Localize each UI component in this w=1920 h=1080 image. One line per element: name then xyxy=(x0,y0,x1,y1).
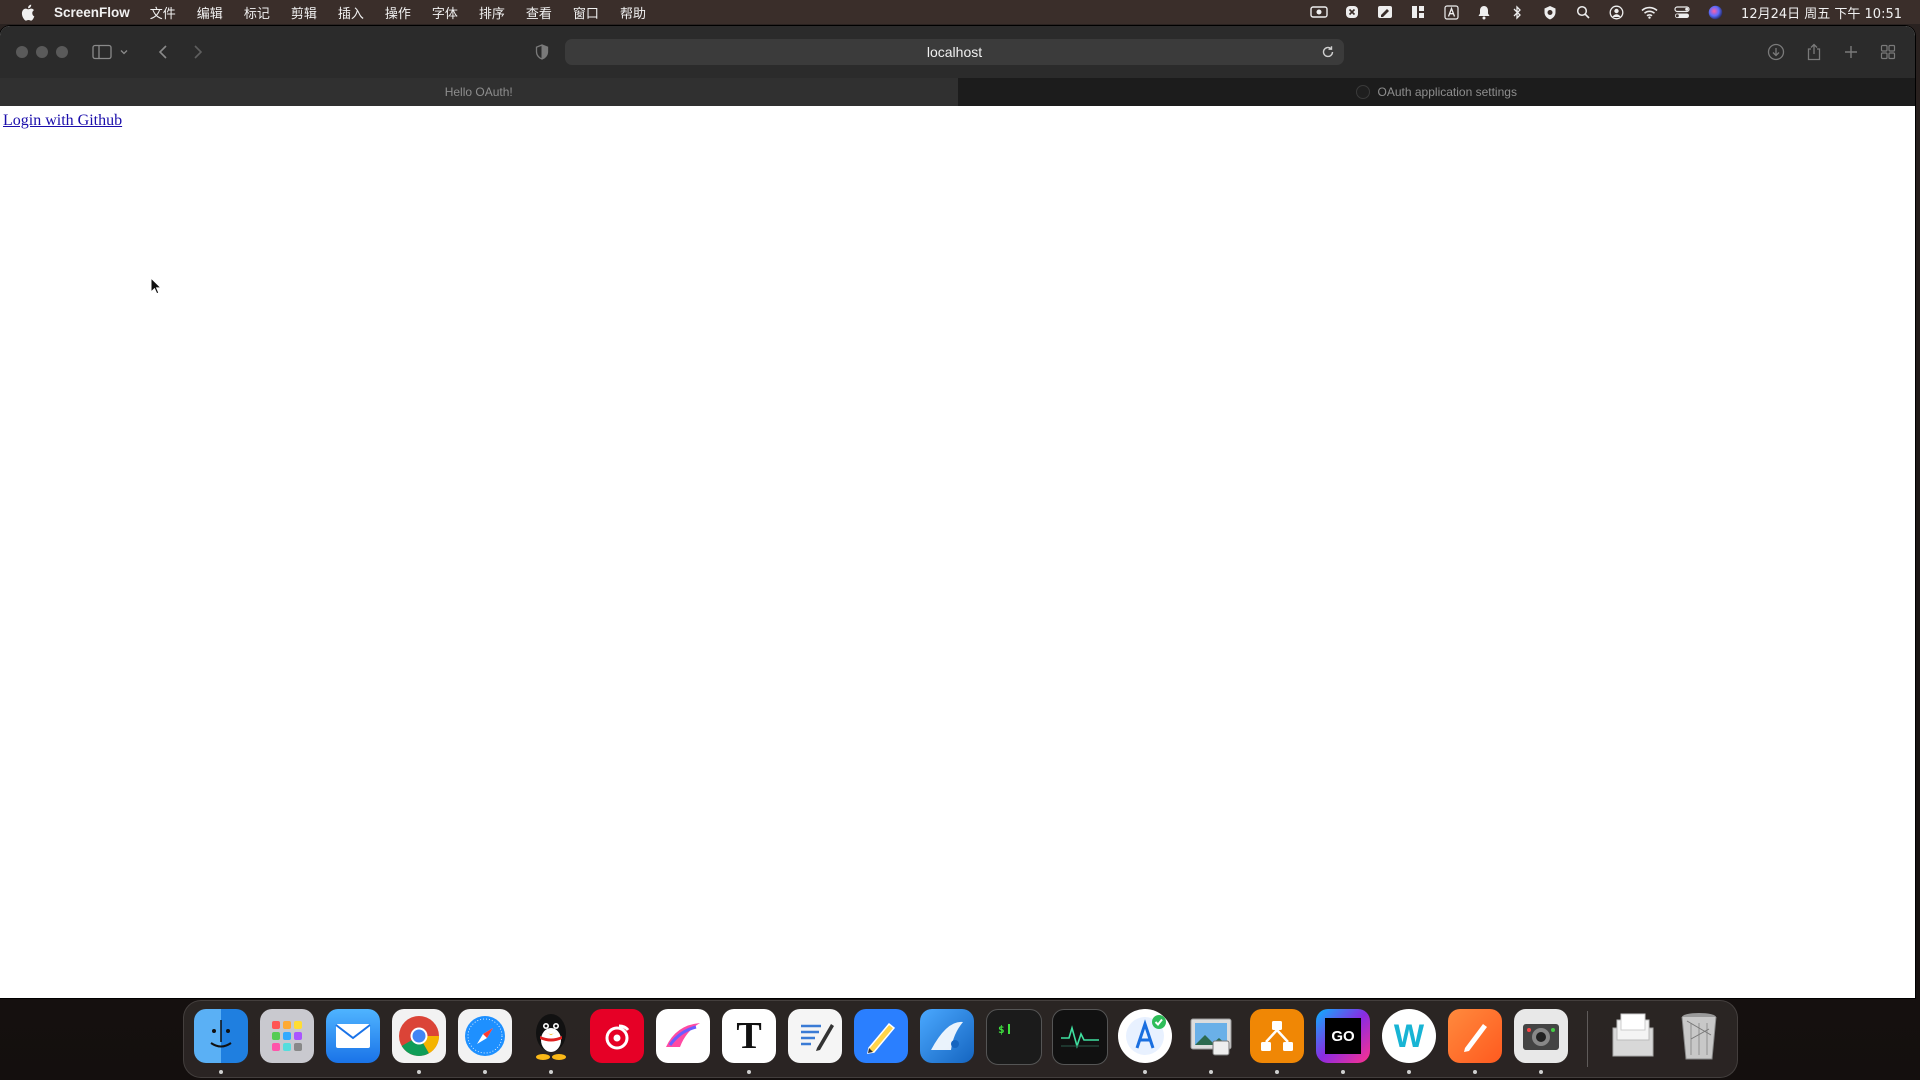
shield-icon[interactable] xyxy=(1541,4,1559,20)
new-tab-icon[interactable] xyxy=(1839,40,1863,64)
desktop: ScreenFlow 文件 编辑 标记 剪辑 插入 操作 字体 排序 查看 窗口… xyxy=(0,0,1920,1080)
bell-icon[interactable] xyxy=(1475,4,1493,20)
screen-record-icon[interactable] xyxy=(1310,4,1328,20)
tab-label: OAuth application settings xyxy=(1377,85,1517,99)
running-indicator xyxy=(417,1070,421,1074)
tab-bar: Hello OAuth! OAuth application settings xyxy=(0,78,1915,106)
browser-window: localhost Hello OAuth! OAuth application… xyxy=(0,26,1915,998)
wps-icon[interactable]: W xyxy=(1382,1009,1436,1063)
pen-app-icon[interactable] xyxy=(1448,1009,1502,1063)
dock: T $ GO W xyxy=(183,1000,1738,1078)
svg-text:$: $ xyxy=(998,1023,1005,1036)
running-indicator xyxy=(549,1070,553,1074)
running-indicator xyxy=(219,1070,223,1074)
grid-icon[interactable] xyxy=(1409,4,1427,20)
menu-edit[interactable]: 编辑 xyxy=(197,3,223,22)
running-indicator xyxy=(1539,1070,1543,1074)
url-text: localhost xyxy=(926,44,983,60)
tab-oauth-settings[interactable]: OAuth application settings xyxy=(957,78,1915,106)
privacy-shield-icon[interactable] xyxy=(530,40,554,64)
search-icon[interactable] xyxy=(1574,4,1592,20)
qq-icon[interactable] xyxy=(524,1009,578,1063)
sidebar-toggle-icon[interactable] xyxy=(90,40,114,64)
menu-help[interactable]: 帮助 xyxy=(620,3,646,22)
finder-icon[interactable] xyxy=(194,1009,248,1063)
dock-separator xyxy=(1587,1011,1588,1067)
downloads-stack-icon[interactable] xyxy=(1606,1009,1660,1063)
siri-icon[interactable] xyxy=(1706,4,1724,20)
photo-booth-icon[interactable] xyxy=(1514,1009,1568,1063)
menu-mark[interactable]: 标记 xyxy=(244,3,270,22)
reload-icon[interactable] xyxy=(1320,44,1336,60)
mouse-cursor-icon xyxy=(150,276,163,295)
launchpad-icon[interactable] xyxy=(260,1009,314,1063)
downloads-icon[interactable] xyxy=(1764,40,1788,64)
terminal-icon[interactable]: $ xyxy=(986,1009,1042,1065)
menu-font[interactable]: 字体 xyxy=(432,3,458,22)
share-icon[interactable] xyxy=(1802,40,1826,64)
apple-menu-icon[interactable] xyxy=(18,3,36,21)
tab-hello-oauth[interactable]: Hello OAuth! xyxy=(0,78,958,106)
mail-icon[interactable] xyxy=(326,1009,380,1063)
forward-icon[interactable] xyxy=(186,40,210,64)
running-indicator xyxy=(1407,1070,1411,1074)
close-circle-icon[interactable] xyxy=(1343,4,1361,20)
back-icon[interactable] xyxy=(151,40,175,64)
running-indicator xyxy=(483,1070,487,1074)
tab-overview-icon[interactable] xyxy=(1876,40,1900,64)
bluetooth-icon[interactable] xyxy=(1508,4,1526,20)
user-icon[interactable] xyxy=(1607,4,1625,20)
running-indicator xyxy=(1143,1070,1147,1074)
github-favicon-icon xyxy=(1355,85,1370,99)
goland-icon[interactable]: GO xyxy=(1316,1009,1370,1063)
dock-app-icon[interactable] xyxy=(920,1009,974,1063)
app-name-menu[interactable]: ScreenFlow xyxy=(54,5,130,20)
activity-monitor-icon[interactable] xyxy=(1052,1009,1108,1065)
menubar-clock[interactable]: 12月24日 周五 下午 10:51 xyxy=(1741,3,1902,22)
wifi-icon[interactable] xyxy=(1640,4,1658,20)
drawio-icon[interactable] xyxy=(1250,1009,1304,1063)
menu-clip[interactable]: 剪辑 xyxy=(291,3,317,22)
menu-view[interactable]: 查看 xyxy=(526,3,552,22)
window-zoom-button[interactable] xyxy=(56,46,68,58)
chevron-down-icon[interactable] xyxy=(117,40,131,64)
running-indicator xyxy=(1275,1070,1279,1074)
page-content: Login with Github xyxy=(0,106,1915,998)
window-minimize-button[interactable] xyxy=(36,46,48,58)
chrome-icon[interactable] xyxy=(392,1009,446,1063)
running-indicator xyxy=(747,1070,751,1074)
window-close-button[interactable] xyxy=(16,46,28,58)
feather-app-icon[interactable] xyxy=(656,1009,710,1063)
tab-label: Hello OAuth! xyxy=(444,85,513,99)
input-method-icon[interactable] xyxy=(1442,4,1460,20)
menu-arrange[interactable]: 排序 xyxy=(479,3,505,22)
control-center-icon[interactable] xyxy=(1673,4,1691,20)
browser-toolbar: localhost xyxy=(0,26,1915,79)
address-bar[interactable]: localhost xyxy=(565,39,1344,65)
pen-icon[interactable] xyxy=(1376,4,1394,20)
preview-icon[interactable] xyxy=(1184,1009,1238,1063)
safari-icon[interactable] xyxy=(458,1009,512,1063)
pencil-app-icon[interactable] xyxy=(854,1009,908,1063)
login-with-github-link[interactable]: Login with Github xyxy=(3,112,122,130)
running-indicator xyxy=(1209,1070,1213,1074)
menu-bar: ScreenFlow 文件 编辑 标记 剪辑 插入 操作 字体 排序 查看 窗口… xyxy=(0,0,1920,24)
menu-action[interactable]: 操作 xyxy=(385,3,411,22)
text-editor-icon[interactable] xyxy=(788,1009,842,1063)
menu-file[interactable]: 文件 xyxy=(150,3,176,22)
xcode-icon[interactable] xyxy=(1118,1009,1172,1063)
running-indicator xyxy=(1341,1070,1345,1074)
menu-insert[interactable]: 插入 xyxy=(338,3,364,22)
running-indicator xyxy=(1473,1070,1477,1074)
netease-music-icon[interactable] xyxy=(590,1009,644,1063)
trash-icon[interactable] xyxy=(1672,1009,1726,1063)
menu-window[interactable]: 窗口 xyxy=(573,3,599,22)
typora-icon[interactable]: T xyxy=(722,1009,776,1063)
